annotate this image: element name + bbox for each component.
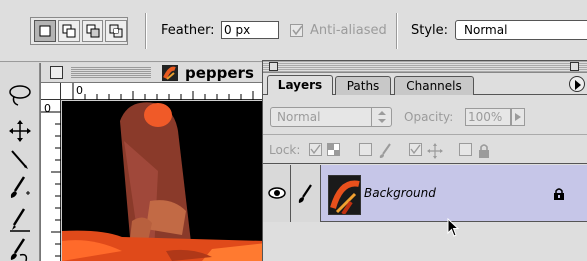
vertical-ruler[interactable]: 0 — [41, 100, 61, 261]
toolbar-divider — [396, 13, 398, 49]
add-to-selection-button[interactable] — [57, 20, 80, 42]
layers-list-empty-area[interactable] — [263, 223, 587, 261]
lock-all-checkbox[interactable] — [459, 143, 473, 157]
feather-label: Feather: — [161, 23, 215, 38]
lock-image-checkbox[interactable] — [359, 143, 373, 157]
horizontal-ruler[interactable]: 0 — [61, 83, 266, 100]
history-brush-icon — [10, 238, 28, 261]
palette-close-box-icon[interactable] — [269, 62, 278, 71]
palette-collapse-box-icon[interactable] — [570, 62, 579, 71]
opacity-input[interactable]: 100% — [465, 108, 511, 126]
pencil-tool[interactable] — [6, 205, 34, 233]
pencil-icon — [10, 208, 30, 232]
ruler-ticks — [72, 83, 254, 100]
move-icon — [9, 120, 31, 142]
intersect-selection-button[interactable] — [105, 20, 127, 42]
layers-palette: Layers Paths Channels Normal Opacity: 10… — [262, 60, 587, 261]
palette-menu-button[interactable] — [569, 76, 585, 92]
lock-row: Lock: — [263, 134, 587, 164]
new-selection-button[interactable] — [34, 20, 56, 42]
layer-edit-indicator[interactable] — [291, 165, 321, 222]
ruler-zero-label: 0 — [76, 84, 83, 97]
blend-mode-value: Normal — [277, 110, 321, 124]
ruler-ticks — [41, 111, 61, 257]
tab-channels[interactable]: Channels — [394, 76, 474, 95]
tools-palette — [0, 63, 40, 261]
slice-icon — [11, 150, 28, 169]
lock-icon — [554, 188, 564, 200]
style-select[interactable]: Normal — [455, 20, 587, 40]
close-box-icon[interactable] — [50, 66, 63, 79]
palette-title-bar[interactable] — [263, 61, 587, 73]
opacity-slider-button[interactable] — [511, 108, 525, 126]
layer-row-background[interactable]: Background — [263, 165, 587, 222]
subtract-from-selection-button[interactable] — [81, 20, 104, 42]
opacity-label: Opacity: — [404, 110, 454, 124]
document-title: peppers — [185, 64, 254, 82]
intersect-selection-icon — [109, 24, 123, 38]
title-bar-stripes — [71, 67, 151, 79]
updown-arrows-icon — [371, 108, 391, 126]
triangle-right-icon — [575, 80, 581, 90]
ruler-origin[interactable] — [41, 83, 61, 100]
subtract-from-selection-icon — [86, 24, 99, 38]
pepper-image — [62, 101, 266, 261]
options-bar: Feather: 0 px Anti-aliased Style: Normal — [0, 0, 587, 62]
triangle-right-icon — [515, 113, 521, 121]
lasso-tool[interactable] — [6, 81, 34, 109]
document-thumbnail-icon — [162, 65, 178, 81]
check-icon — [292, 25, 303, 36]
feather-input[interactable]: 0 px — [221, 21, 279, 39]
new-selection-icon — [39, 25, 51, 37]
lock-position-checkbox[interactable] — [409, 143, 423, 157]
brush-tool[interactable] — [6, 173, 34, 201]
antialiased-checkbox[interactable] — [290, 24, 303, 37]
style-label: Style: — [411, 23, 449, 38]
tab-layers[interactable]: Layers — [267, 75, 333, 95]
document-window: peppers 0 0 — [40, 63, 266, 261]
document-title-bar[interactable]: peppers — [41, 63, 266, 83]
checkerboard-icon — [327, 143, 340, 156]
tab-paths[interactable]: Paths — [335, 76, 391, 95]
visibility-toggle[interactable] — [263, 165, 291, 222]
antialiased-label: Anti-aliased — [310, 23, 387, 38]
move-tool[interactable] — [6, 117, 34, 145]
arrow-cursor-icon — [447, 218, 460, 237]
blend-mode-select[interactable]: Normal — [270, 107, 392, 127]
palette-tabs: Layers Paths Channels — [263, 73, 587, 95]
pen-tool[interactable] — [6, 145, 34, 173]
toolbar-divider — [145, 13, 147, 49]
lock-icon — [479, 144, 489, 158]
selection-mode-group — [30, 17, 128, 45]
add-to-selection-icon — [62, 24, 76, 38]
brush-icon — [10, 176, 30, 198]
ruler-zero-label: 0 — [44, 102, 51, 115]
brush-icon — [379, 143, 391, 158]
lock-label: Lock: — [269, 143, 301, 157]
image-canvas[interactable] — [62, 101, 266, 261]
layer-name: Background — [364, 186, 436, 200]
lasso-icon — [9, 85, 31, 106]
lock-transparency-checkbox[interactable] — [309, 143, 323, 157]
history-brush-tool[interactable] — [6, 235, 34, 261]
layer-thumbnail — [328, 175, 361, 215]
eye-icon — [268, 187, 286, 199]
brush-icon — [298, 184, 312, 203]
move-icon — [427, 143, 443, 159]
